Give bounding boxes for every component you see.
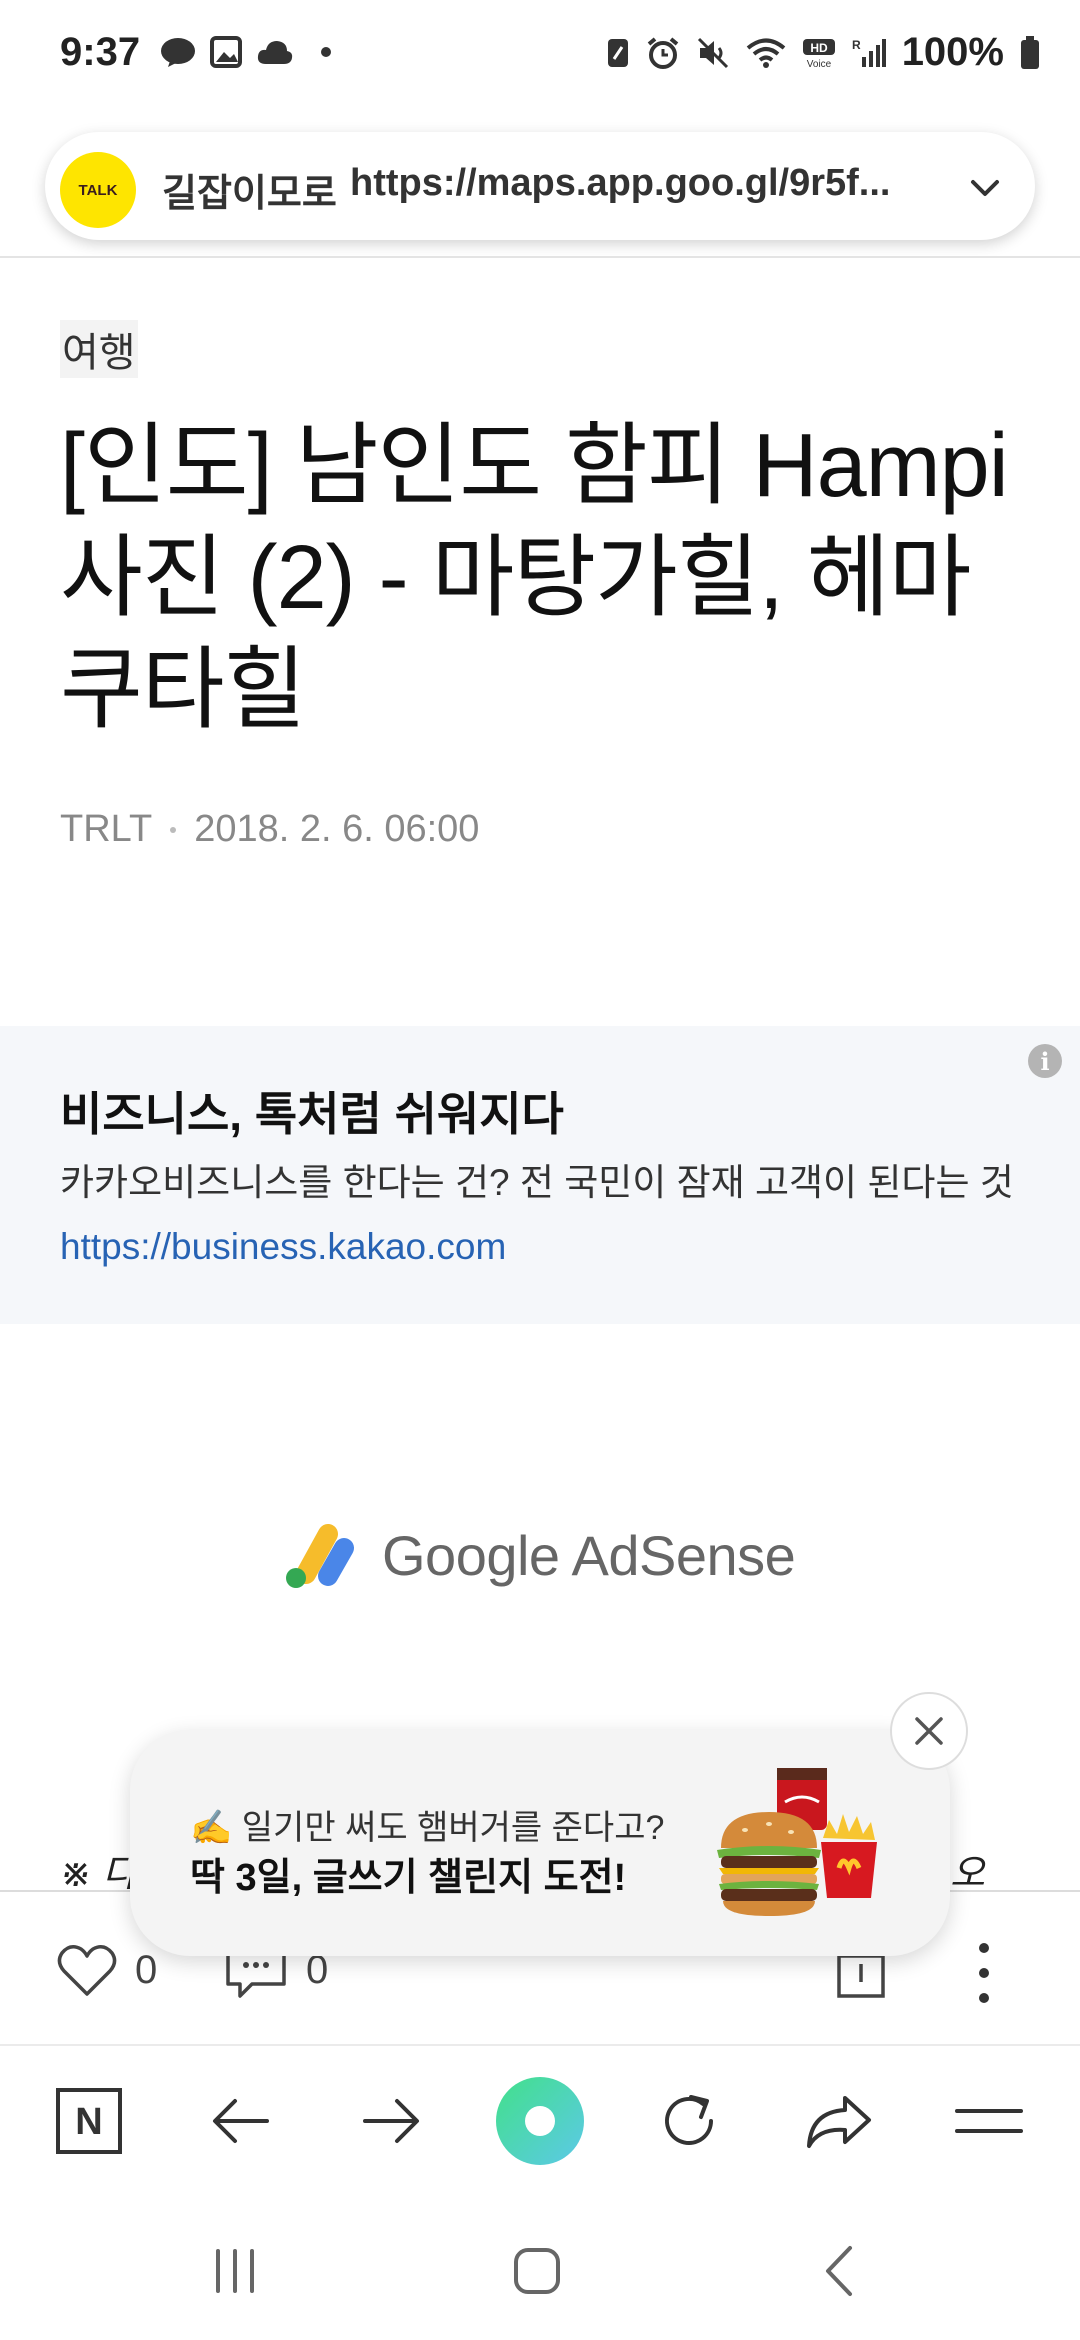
refresh-button[interactable] — [644, 2076, 734, 2166]
mute-icon — [697, 37, 728, 68]
adsense-logo-icon — [286, 1524, 354, 1588]
svg-text:Voice: Voice — [806, 59, 831, 69]
system-navigation-bar — [0, 2196, 1080, 2340]
status-bar: 9:37 HD Voice R 100% — [0, 0, 1080, 120]
green-dot-icon — [496, 2077, 584, 2165]
refresh-icon — [665, 2095, 713, 2145]
system-back-button[interactable] — [795, 2226, 885, 2316]
nfc-icon — [607, 38, 628, 67]
battery-icon — [1021, 35, 1039, 69]
cloud-icon — [257, 41, 293, 64]
forward-arrow-icon — [363, 2099, 419, 2143]
battery-percentage: 100% — [901, 30, 1004, 74]
google-adsense-placeholder: Google AdSense — [284, 1520, 796, 1590]
menu-button[interactable] — [944, 2076, 1034, 2166]
green-dot-button[interactable] — [495, 2076, 585, 2166]
status-notification-icons — [160, 36, 338, 68]
alarm-icon — [647, 36, 678, 69]
article-date: 2018. 2. 6. 06:00 — [194, 808, 480, 850]
recent-apps-icon — [216, 2249, 254, 2293]
gallery-icon — [210, 36, 242, 68]
talk-icon — [161, 38, 195, 67]
article-author[interactable]: TRLT — [60, 808, 152, 851]
adsense-label: Google AdSense — [382, 1523, 796, 1587]
partial-body-text-left: ※ 다 — [60, 1853, 138, 1895]
ad-description: 카카오비즈니스를 한다는 건? 전 국민이 잠재 고객이 된다는 것 — [60, 1162, 1014, 1203]
kakao-talk-icon: TALK — [60, 152, 136, 228]
share-button[interactable] — [794, 2076, 884, 2166]
close-icon — [915, 1717, 943, 1745]
status-system-icons: HD Voice R 100% — [606, 30, 1040, 75]
naver-home-icon: N — [56, 2088, 122, 2154]
heart-icon[interactable] — [56, 1942, 118, 1998]
recent-apps-button[interactable] — [190, 2226, 280, 2316]
status-time: 9:37 — [60, 30, 141, 74]
naver-home-letter: N — [75, 2101, 102, 2143]
info-icon[interactable]: i — [1028, 1044, 1062, 1078]
home-button[interactable] — [492, 2226, 582, 2316]
url-bar-title: 길잡이모로 — [162, 173, 337, 215]
burger-meal-image — [717, 1768, 877, 1916]
ad-headline[interactable]: 비즈니스, 톡처럼 쉬워지다 — [60, 1078, 564, 1144]
chevron-left-icon — [826, 2246, 852, 2296]
wifi-icon — [746, 38, 785, 68]
chevron-down-icon[interactable] — [965, 168, 1005, 208]
meta-separator — [170, 826, 177, 833]
svg-text:HD: HD — [810, 41, 828, 55]
popup-title[interactable]: 딱 3일, 글쓰기 챌린지 도전! — [190, 1846, 626, 1901]
article-meta: TRLT 2018. 2. 6. 06:00 — [60, 808, 479, 851]
dot-icon — [321, 47, 331, 57]
browser-toolbar: N — [0, 2046, 1080, 2196]
kakao-ad-banner[interactable]: i 비즈니스, 톡처럼 쉬워지다 카카오비즈니스를 한다는 건? 전 국민이 잠… — [0, 1026, 1080, 1324]
more-vertical-icon[interactable] — [976, 1940, 992, 2006]
partial-body-text-right: 오 — [950, 1853, 985, 1895]
forward-button[interactable] — [346, 2076, 436, 2166]
ad-link[interactable]: https://business.kakao.com — [60, 1226, 506, 1268]
signal-icon: R — [852, 38, 886, 67]
popup-close-button[interactable] — [890, 1692, 968, 1770]
article-title: [인도] 남인도 함피 Hampi 사진 (2) - 마탕가힐, 헤마쿠타힐 — [60, 416, 1009, 740]
like-count: 0 — [135, 1948, 158, 1992]
url-address[interactable]: https://maps.app.goo.gl/9r5f... — [350, 162, 960, 205]
back-button[interactable] — [196, 2076, 286, 2166]
header-divider — [0, 256, 1080, 258]
article-category[interactable]: 여행 — [60, 320, 138, 378]
popup-subtitle: ✍️ 일기만 써도 햄버거를 준다고? — [190, 1809, 665, 1847]
back-arrow-icon — [213, 2099, 269, 2143]
home-square-icon — [514, 2248, 560, 2294]
menu-icon — [955, 2109, 1023, 2133]
url-bar[interactable]: TALK 길잡이모로 https://maps.app.goo.gl/9r5f.… — [45, 132, 1035, 240]
naver-home-button[interactable]: N — [44, 2076, 134, 2166]
svg-text:R: R — [852, 38, 861, 52]
hd-voice-icon: HD Voice — [802, 38, 835, 69]
challenge-popup[interactable]: ✍️ 일기만 써도 햄버거를 준다고? 딱 3일, 글쓰기 챌린지 도전! — [130, 1730, 950, 1956]
share-arrow-icon — [807, 2096, 871, 2148]
